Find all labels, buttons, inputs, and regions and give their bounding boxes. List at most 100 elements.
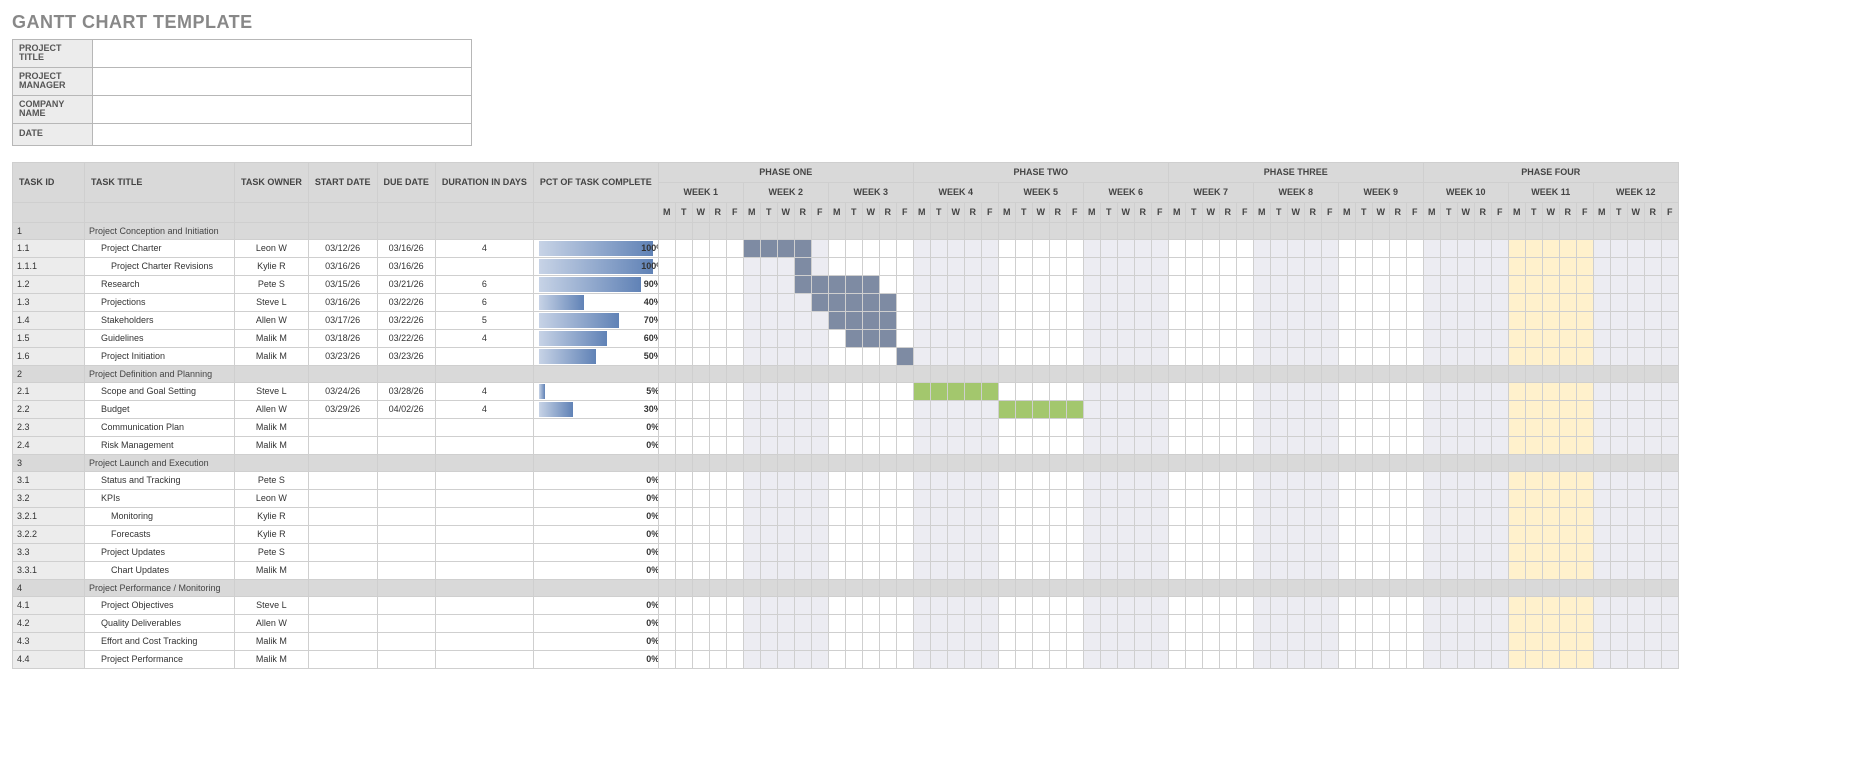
task-title-cell[interactable]: Research bbox=[85, 275, 235, 293]
timeline-cell[interactable] bbox=[998, 275, 1015, 293]
timeline-cell[interactable] bbox=[1525, 222, 1542, 239]
timeline-cell[interactable] bbox=[1049, 632, 1066, 650]
timeline-cell[interactable] bbox=[981, 436, 998, 454]
timeline-cell[interactable] bbox=[1151, 365, 1168, 382]
timeline-cell[interactable] bbox=[1423, 561, 1440, 579]
timeline-cell[interactable] bbox=[1661, 275, 1678, 293]
timeline-cell[interactable] bbox=[1389, 311, 1406, 329]
timeline-cell[interactable] bbox=[1100, 257, 1117, 275]
timeline-cell[interactable] bbox=[726, 365, 743, 382]
timeline-cell[interactable] bbox=[1542, 365, 1559, 382]
timeline-cell[interactable] bbox=[1321, 293, 1338, 311]
timeline-cell[interactable] bbox=[1321, 650, 1338, 668]
timeline-cell[interactable] bbox=[1491, 436, 1508, 454]
timeline-cell[interactable] bbox=[1117, 311, 1134, 329]
timeline-cell[interactable] bbox=[1032, 614, 1049, 632]
timeline-cell[interactable] bbox=[1644, 632, 1661, 650]
timeline-cell[interactable] bbox=[1202, 436, 1219, 454]
timeline-cell[interactable] bbox=[1219, 454, 1236, 471]
timeline-cell[interactable] bbox=[794, 275, 811, 293]
timeline-cell[interactable] bbox=[879, 454, 896, 471]
timeline-cell[interactable] bbox=[1100, 579, 1117, 596]
timeline-cell[interactable] bbox=[896, 454, 913, 471]
timeline-cell[interactable] bbox=[1134, 275, 1151, 293]
timeline-cell[interactable] bbox=[947, 222, 964, 239]
timeline-cell[interactable] bbox=[1100, 561, 1117, 579]
timeline-cell[interactable] bbox=[1134, 632, 1151, 650]
timeline-cell[interactable] bbox=[1338, 436, 1355, 454]
timeline-cell[interactable] bbox=[1423, 382, 1440, 400]
timeline-cell[interactable] bbox=[1457, 275, 1474, 293]
timeline-cell[interactable] bbox=[709, 257, 726, 275]
timeline-cell[interactable] bbox=[1287, 329, 1304, 347]
timeline-cell[interactable] bbox=[1593, 275, 1610, 293]
timeline-cell[interactable] bbox=[760, 650, 777, 668]
timeline-cell[interactable] bbox=[1491, 382, 1508, 400]
timeline-cell[interactable] bbox=[964, 596, 981, 614]
timeline-cell[interactable] bbox=[964, 579, 981, 596]
timeline-cell[interactable] bbox=[1304, 454, 1321, 471]
timeline-cell[interactable] bbox=[879, 311, 896, 329]
start-date-cell[interactable] bbox=[308, 489, 377, 507]
timeline-cell[interactable] bbox=[1610, 650, 1627, 668]
timeline-cell[interactable] bbox=[1117, 347, 1134, 365]
timeline-cell[interactable] bbox=[675, 436, 692, 454]
timeline-cell[interactable] bbox=[1508, 329, 1525, 347]
timeline-cell[interactable] bbox=[896, 382, 913, 400]
due-date-cell[interactable] bbox=[377, 614, 435, 632]
duration-cell[interactable] bbox=[435, 347, 533, 365]
timeline-cell[interactable] bbox=[862, 650, 879, 668]
timeline-cell[interactable] bbox=[896, 311, 913, 329]
timeline-cell[interactable] bbox=[777, 579, 794, 596]
timeline-cell[interactable] bbox=[1661, 543, 1678, 561]
timeline-cell[interactable] bbox=[879, 650, 896, 668]
timeline-cell[interactable] bbox=[1032, 239, 1049, 257]
timeline-cell[interactable] bbox=[1474, 418, 1491, 436]
timeline-cell[interactable] bbox=[913, 632, 930, 650]
timeline-cell[interactable] bbox=[1185, 561, 1202, 579]
timeline-cell[interactable] bbox=[1287, 489, 1304, 507]
timeline-cell[interactable] bbox=[1168, 632, 1185, 650]
timeline-cell[interactable] bbox=[1389, 454, 1406, 471]
task-owner-cell[interactable]: Malik M bbox=[235, 561, 309, 579]
timeline-cell[interactable] bbox=[1015, 525, 1032, 543]
timeline-cell[interactable] bbox=[760, 614, 777, 632]
timeline-cell[interactable] bbox=[1083, 579, 1100, 596]
timeline-cell[interactable] bbox=[1321, 632, 1338, 650]
timeline-cell[interactable] bbox=[1423, 329, 1440, 347]
timeline-cell[interactable] bbox=[1423, 222, 1440, 239]
timeline-cell[interactable] bbox=[1576, 400, 1593, 418]
timeline-cell[interactable] bbox=[828, 311, 845, 329]
task-id-cell[interactable]: 4.2 bbox=[13, 614, 85, 632]
timeline-cell[interactable] bbox=[964, 400, 981, 418]
timeline-cell[interactable] bbox=[743, 614, 760, 632]
timeline-cell[interactable] bbox=[1576, 579, 1593, 596]
timeline-cell[interactable] bbox=[1168, 311, 1185, 329]
pct-complete-cell[interactable]: 30% bbox=[533, 400, 658, 418]
timeline-cell[interactable] bbox=[1406, 650, 1423, 668]
timeline-cell[interactable] bbox=[879, 596, 896, 614]
due-date-cell[interactable] bbox=[377, 579, 435, 596]
duration-cell[interactable] bbox=[435, 596, 533, 614]
task-id-cell[interactable]: 2.3 bbox=[13, 418, 85, 436]
timeline-cell[interactable] bbox=[1015, 257, 1032, 275]
timeline-cell[interactable] bbox=[1270, 579, 1287, 596]
timeline-cell[interactable] bbox=[1389, 632, 1406, 650]
timeline-cell[interactable] bbox=[1321, 382, 1338, 400]
timeline-cell[interactable] bbox=[1576, 632, 1593, 650]
timeline-cell[interactable] bbox=[1100, 222, 1117, 239]
timeline-cell[interactable] bbox=[1542, 275, 1559, 293]
timeline-cell[interactable] bbox=[1576, 507, 1593, 525]
timeline-cell[interactable] bbox=[1389, 650, 1406, 668]
timeline-cell[interactable] bbox=[1644, 222, 1661, 239]
timeline-cell[interactable] bbox=[981, 293, 998, 311]
timeline-cell[interactable] bbox=[1066, 293, 1083, 311]
timeline-cell[interactable] bbox=[777, 311, 794, 329]
timeline-cell[interactable] bbox=[777, 561, 794, 579]
timeline-cell[interactable] bbox=[1644, 293, 1661, 311]
task-title-cell[interactable]: Project Performance / Monitoring bbox=[85, 579, 235, 596]
timeline-cell[interactable] bbox=[1355, 436, 1372, 454]
timeline-cell[interactable] bbox=[1627, 293, 1644, 311]
timeline-cell[interactable] bbox=[1049, 489, 1066, 507]
start-date-cell[interactable] bbox=[308, 579, 377, 596]
